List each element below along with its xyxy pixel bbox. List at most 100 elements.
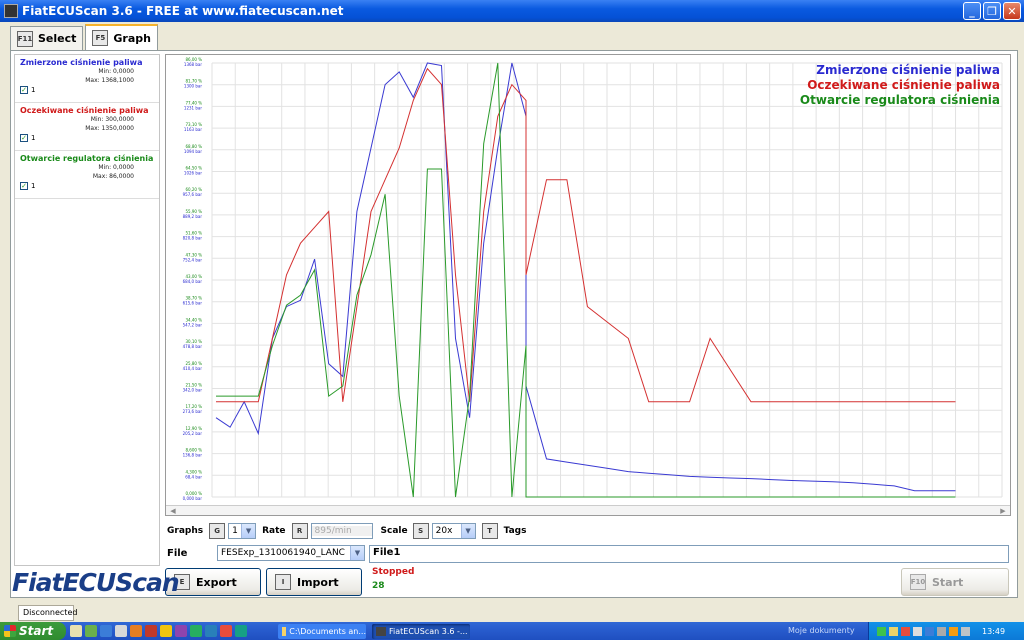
quicklaunch-icon[interactable] — [235, 625, 247, 637]
graphs-select[interactable]: 1 ▼ — [228, 523, 257, 539]
series-visible-checkbox[interactable]: ✓ — [20, 86, 28, 94]
quicklaunch-icon[interactable] — [130, 625, 142, 637]
series-line-measured-pressure — [215, 62, 956, 492]
quick-launch — [70, 625, 247, 637]
tab-strip: F11 Select F5 Graph — [10, 24, 158, 50]
title-bar: FiatECUScan 3.6 - FREE at www.fiatecusca… — [0, 0, 1024, 22]
start-button[interactable]: F10 Start — [901, 568, 1009, 596]
start-button-label: Start — [932, 575, 964, 589]
r-key-icon[interactable]: R — [291, 523, 308, 539]
taskbar-item-fiatecuscan[interactable]: FiatECUScan 3.6 -... — [372, 624, 470, 639]
close-button[interactable]: ✕ — [1003, 2, 1021, 20]
chevron-down-icon: ▼ — [241, 524, 256, 538]
scroll-right-icon[interactable]: ▶ — [998, 506, 1008, 516]
rate-label: Rate — [262, 526, 286, 536]
tray-icon[interactable] — [901, 626, 910, 636]
tags-label: Tags — [503, 526, 527, 536]
tab-graph-label: Graph — [113, 31, 151, 45]
y-tick-label-pressure: 68,4 bar — [185, 474, 202, 479]
checkbox-label: 1 — [31, 86, 36, 94]
import-button[interactable]: I Import — [266, 568, 362, 596]
f11-key-icon: F11 — [17, 30, 33, 47]
minimize-button[interactable]: _ — [963, 2, 981, 20]
windows-logo-icon — [4, 625, 16, 637]
series-legend-panel: Zmierzone ciśnienie paliwa Min: 0,0000 M… — [14, 54, 160, 566]
file-select-value: FESExp_1310061940_LANC — [221, 548, 345, 558]
quicklaunch-icon[interactable] — [145, 625, 157, 637]
series-visible-checkbox[interactable]: ✓ — [20, 182, 28, 190]
file-controls: File FESExp_1310061940_LANC ▼ E Export I … — [165, 543, 367, 598]
tab-select-label: Select — [38, 32, 77, 45]
chevron-down-icon: ▼ — [350, 546, 364, 560]
y-tick-label-pressure: 547,2 bar — [183, 322, 203, 327]
quicklaunch-icon[interactable] — [160, 625, 172, 637]
y-tick-label-pressure: 752,4 bar — [183, 257, 203, 262]
export-button-label: Export — [196, 575, 237, 589]
legend-item-min: Min: 0,0000 — [98, 164, 134, 171]
scroll-left-icon[interactable]: ◀ — [168, 506, 178, 516]
t-key-icon[interactable]: T — [481, 523, 498, 539]
taskbar-item-explorer[interactable]: C:\Documents an... — [278, 624, 366, 639]
legend-item-measured-pressure[interactable]: Zmierzone ciśnienie paliwa Min: 0,0000 M… — [15, 55, 159, 103]
restore-button[interactable]: ❐ — [983, 2, 1001, 20]
y-tick-label-pressure: 0,000 bar — [183, 496, 203, 501]
quicklaunch-icon[interactable] — [205, 625, 217, 637]
app-icon — [376, 627, 386, 636]
y-tick-label-pressure: 615,6 bar — [183, 301, 203, 306]
legend-item-name: Otwarcie regulatora ciśnienia — [20, 154, 154, 163]
tray-icon[interactable] — [925, 626, 934, 636]
quicklaunch-icon[interactable] — [70, 625, 82, 637]
chart-legend-expected: Oczekiwane ciśnienie paliwa — [807, 78, 1000, 92]
window-title: FiatECUScan 3.6 - FREE at www.fiatecusca… — [22, 4, 344, 18]
file-select[interactable]: FESExp_1310061940_LANC ▼ — [217, 545, 365, 561]
tray-icon[interactable] — [937, 626, 946, 636]
scale-select[interactable]: 20x ▼ — [431, 523, 476, 539]
chart-horizontal-scrollbar[interactable]: ◀ ▶ — [166, 505, 1010, 515]
tray-icon[interactable] — [949, 626, 958, 636]
chart-canvas: 0,000 %0,000 bar4,300 %68,4 bar8,600 %13… — [183, 57, 1003, 501]
quicklaunch-icon[interactable] — [175, 625, 187, 637]
quicklaunch-icon[interactable] — [190, 625, 202, 637]
tray-icon[interactable] — [877, 626, 886, 636]
quicklaunch-icon[interactable] — [100, 625, 112, 637]
y-tick-label-pressure: 820,8 bar — [183, 236, 203, 241]
s-key-icon[interactable]: S — [412, 523, 429, 539]
import-button-label: Import — [297, 575, 339, 589]
y-tick-label-pressure: 136,8 bar — [183, 453, 203, 458]
quicklaunch-icon[interactable] — [85, 625, 97, 637]
g-key-icon[interactable]: G — [209, 523, 226, 539]
chart-legend-opening: Otwarcie regulatora ciśnienia — [799, 93, 1000, 107]
graphs-label: Graphs — [167, 526, 204, 536]
status-state: Stopped — [372, 567, 415, 577]
legend-item-max: Max: 1368,1000 — [85, 77, 134, 84]
quicklaunch-icon[interactable] — [220, 625, 232, 637]
start-button-taskbar[interactable]: Start — [0, 622, 66, 640]
graph-chart[interactable]: 0,000 % 0,000 bar 4,300 % 68,4 bar 8,600 % 13… — [165, 54, 1011, 516]
tray-icon[interactable] — [889, 626, 898, 636]
tab-select[interactable]: F11 Select — [10, 26, 84, 50]
y-tick-label-pressure: 1231 bar — [184, 105, 202, 110]
chevron-down-icon: ▼ — [460, 524, 475, 538]
folder-icon — [282, 627, 287, 636]
taskbar-item-label: C:\Documents an... — [289, 627, 366, 636]
legend-item-min: Min: 300,0000 — [90, 116, 134, 123]
export-button[interactable]: E Export — [165, 568, 261, 596]
y-tick-label-pressure: 684,0 bar — [183, 279, 203, 284]
status-bar: Disconnected — [0, 602, 1024, 622]
tray-icon[interactable] — [913, 626, 922, 636]
legend-item-regulator-opening[interactable]: Otwarcie regulatora ciśnienia Min: 0,000… — [15, 151, 159, 199]
y-tick-label-pressure: 1026 bar — [184, 171, 202, 176]
tray-icon[interactable] — [961, 626, 970, 636]
legend-item-expected-pressure[interactable]: Oczekiwane ciśnienie paliwa Min: 300,000… — [15, 103, 159, 151]
taskbar-item-label: FiatECUScan 3.6 -... — [389, 627, 468, 636]
rate-input: 895/min — [310, 523, 373, 539]
quicklaunch-icon[interactable] — [115, 625, 127, 637]
y-tick-label-pressure: 957,6 bar — [183, 192, 203, 197]
start-label: Start — [19, 624, 54, 638]
series-visible-checkbox[interactable]: ✓ — [20, 134, 28, 142]
scale-label: Scale — [380, 526, 408, 536]
clock: 13:49 — [982, 626, 1006, 636]
windows-taskbar: Start C:\Documents an... FiatECUScan 3.6… — [0, 622, 1024, 640]
tab-graph[interactable]: F5 Graph — [85, 24, 158, 50]
y-tick-label-pressure: 889,2 bar — [183, 214, 203, 219]
